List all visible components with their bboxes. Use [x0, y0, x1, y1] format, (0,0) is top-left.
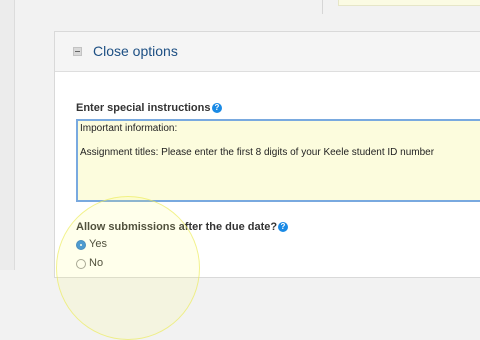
top-region: [0, 0, 480, 31]
close-options-panel: Close options Enter special instructions…: [54, 31, 480, 278]
question-circle-icon[interactable]: ?: [212, 103, 222, 113]
instructions-label: Enter special instructions: [76, 102, 211, 114]
question-circle-icon[interactable]: ?: [278, 222, 288, 232]
top-divider: [322, 0, 323, 14]
radio-label-yes[interactable]: Yes: [89, 238, 107, 250]
panel-header[interactable]: Close options: [55, 32, 480, 72]
left-gutter: [0, 0, 15, 270]
minus-square-icon[interactable]: [73, 47, 82, 56]
radio-unselected-icon[interactable]: [76, 259, 86, 269]
previous-field-edge: [338, 0, 480, 6]
section-title[interactable]: Close options: [93, 43, 178, 59]
radio-selected-icon[interactable]: [76, 240, 86, 250]
special-instructions-textarea[interactable]: Important information: Assignment titles…: [76, 119, 480, 202]
late-submissions-label: Allow submissions after the due date?: [76, 221, 278, 233]
radio-label-no[interactable]: No: [89, 257, 103, 269]
